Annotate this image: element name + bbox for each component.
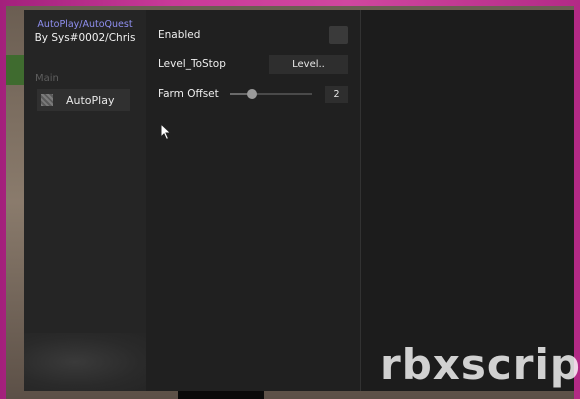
sidebar-footer xyxy=(24,333,152,391)
game-foliage xyxy=(6,55,24,85)
enabled-label: Enabled xyxy=(158,29,201,41)
sidebar-item-label: AutoPlay xyxy=(66,93,115,107)
level-to-stop-label: Level_ToStop xyxy=(158,58,226,70)
farm-offset-label: Farm Offset xyxy=(158,88,219,100)
content-panel: Enabled Level_ToStop Level.. Farm Offset… xyxy=(146,10,360,391)
sidebar-item-autoplay[interactable]: AutoPlay xyxy=(37,89,130,111)
sidebar-section-main: Main xyxy=(35,73,59,84)
farm-offset-slider[interactable] xyxy=(230,93,312,95)
farm-offset-value[interactable]: 2 xyxy=(325,86,348,103)
farm-offset-slider-knob[interactable] xyxy=(247,89,258,99)
window-title: AutoPlay/AutoQuest xyxy=(37,19,133,30)
mouse-cursor-icon xyxy=(160,123,172,141)
level-to-stop-dropdown[interactable]: Level.. xyxy=(269,55,348,74)
sidebar: AutoPlay/AutoQuest By Sys#0002/Chris Mai… xyxy=(24,10,152,391)
window-author: By Sys#0002/Chris xyxy=(34,32,136,44)
right-panel xyxy=(361,10,574,391)
enabled-toggle[interactable] xyxy=(329,26,348,44)
script-window: AutoPlay/AutoQuest By Sys#0002/Chris Mai… xyxy=(24,10,574,391)
watermark: rbxscrip xyxy=(380,340,580,389)
tab-icon xyxy=(41,94,53,106)
